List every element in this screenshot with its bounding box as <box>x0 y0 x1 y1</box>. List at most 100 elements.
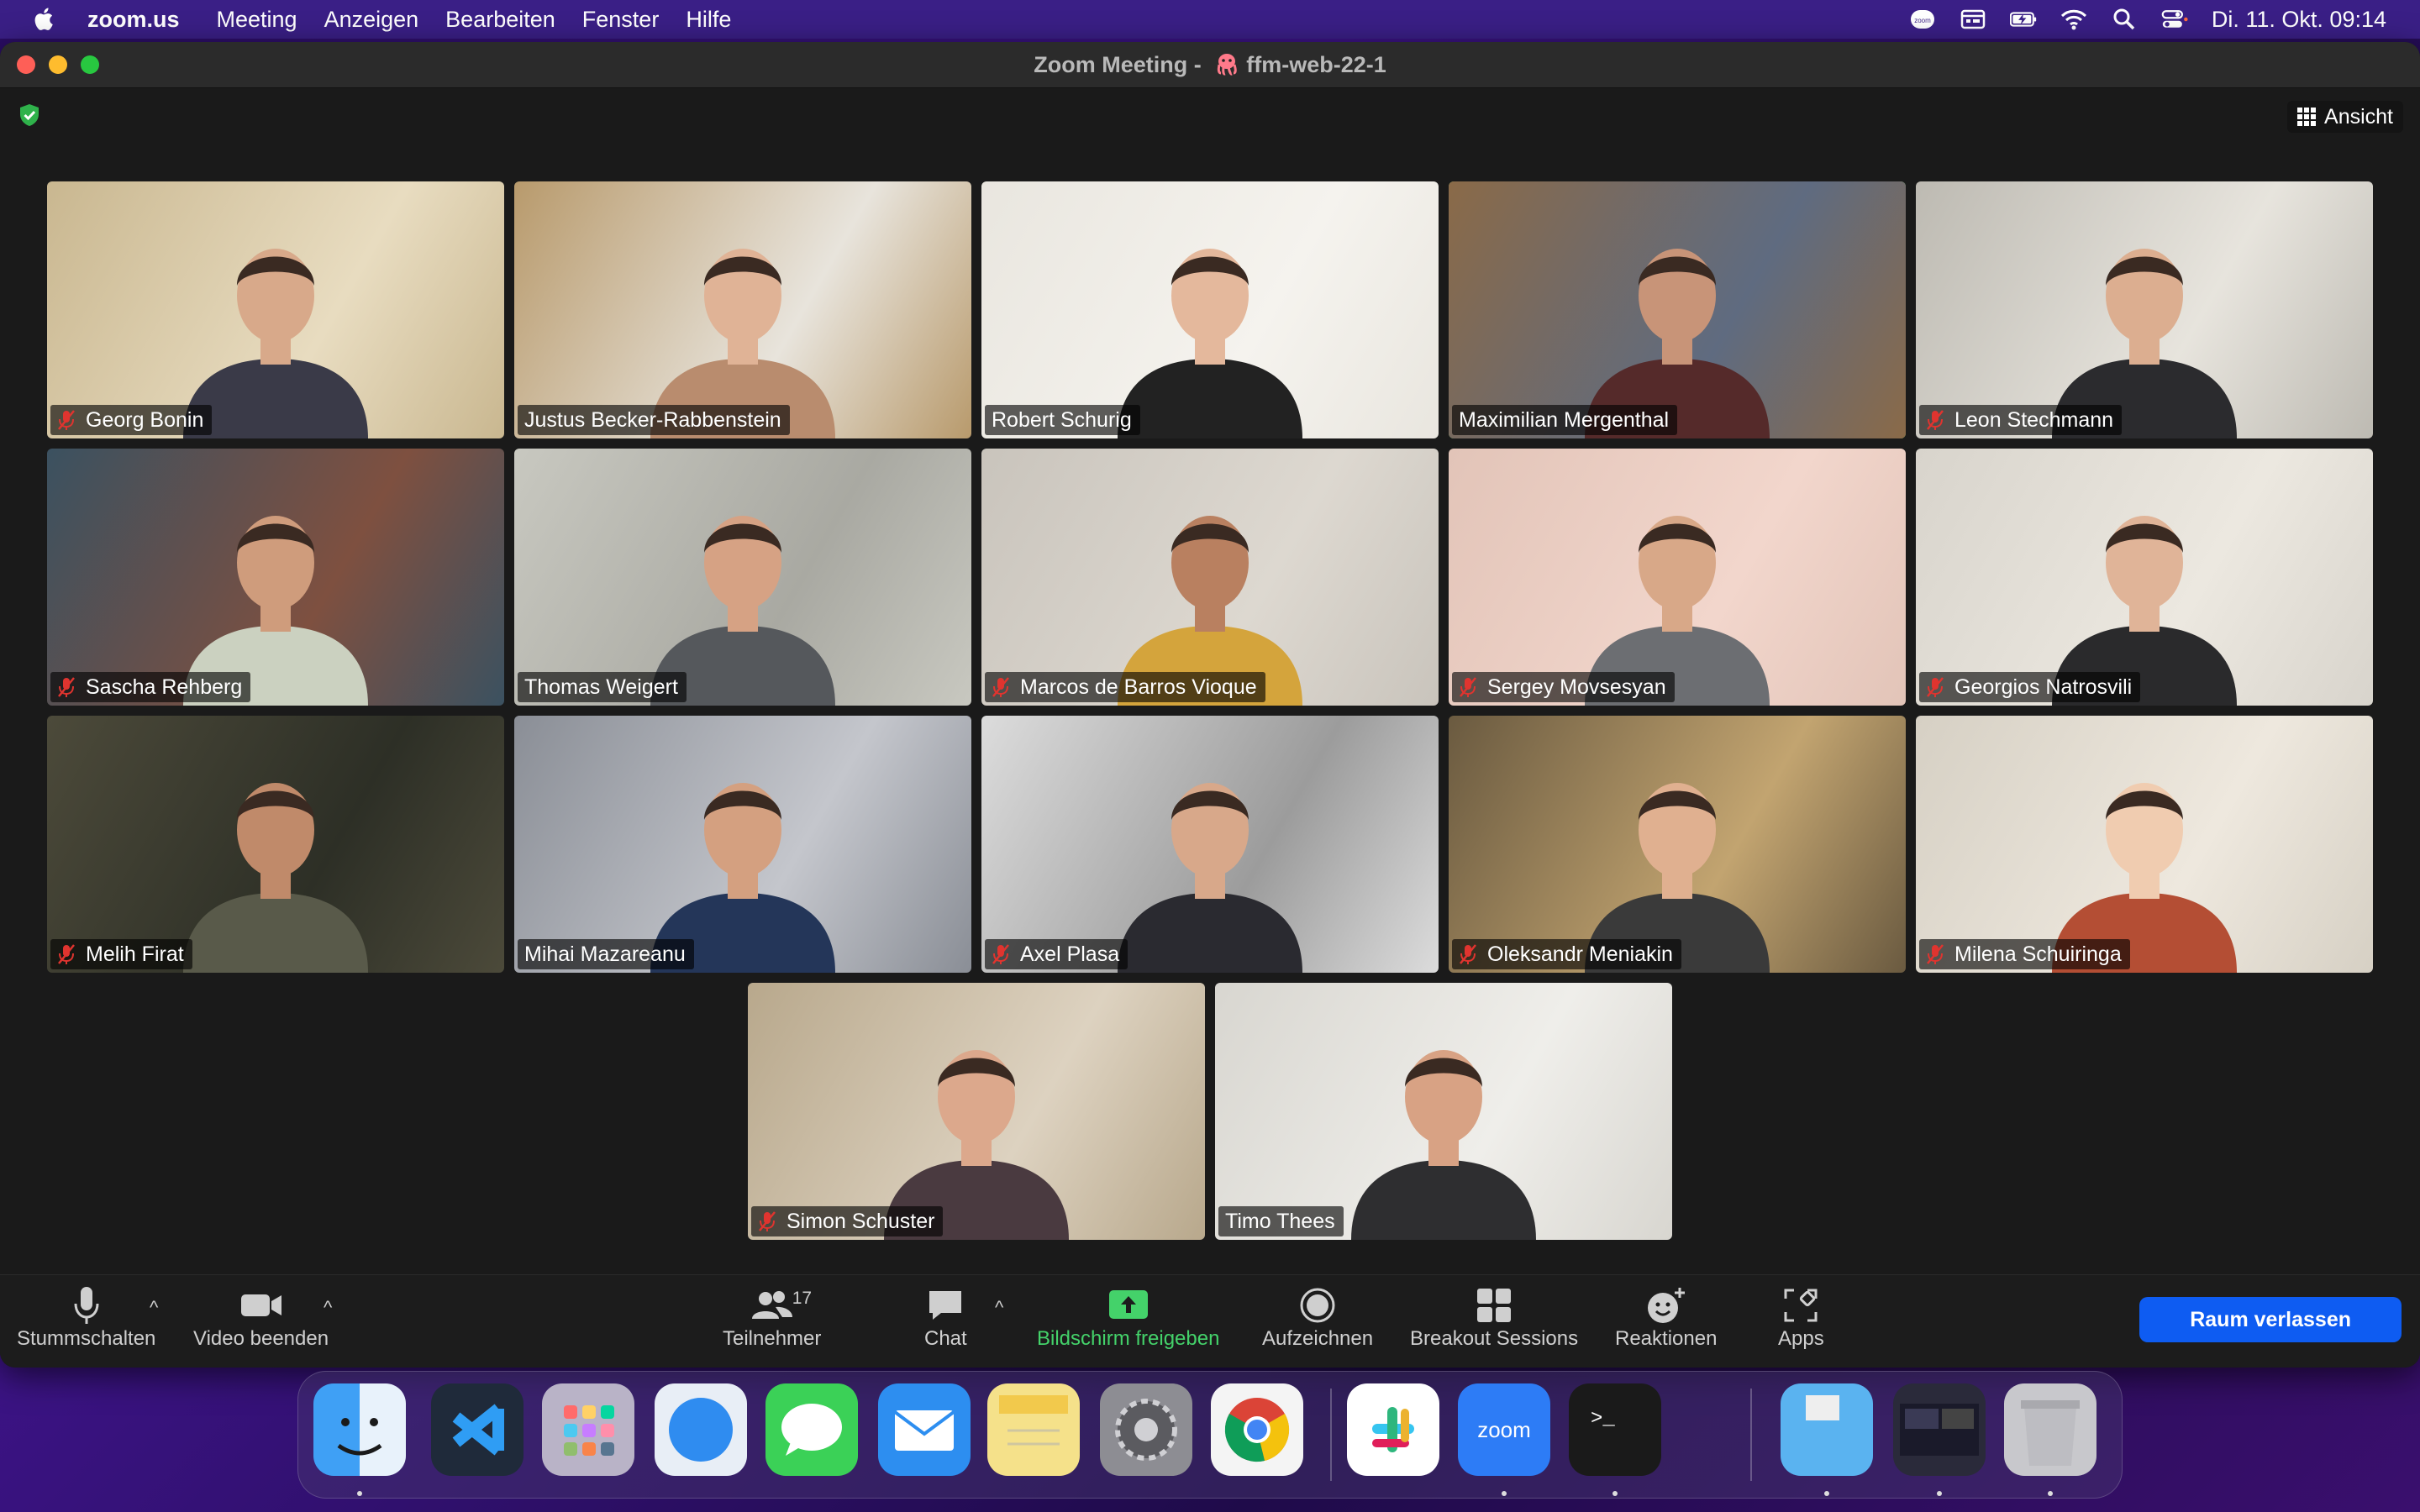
chat-options-caret[interactable]: ^ <box>995 1297 1003 1319</box>
participant-video-tile[interactable]: Georgios Natrosvili <box>1916 449 2373 706</box>
leave-meeting-button[interactable]: Raum verlassen <box>2139 1297 2402 1342</box>
slack-app-glyph <box>1372 1407 1414 1452</box>
vscode-app-icon[interactable] <box>431 1383 523 1476</box>
participant-name: Thomas Weigert <box>524 675 678 699</box>
muted-mic-icon <box>1927 944 1944 964</box>
encryption-shield-icon[interactable] <box>17 102 42 128</box>
wifi-icon[interactable] <box>2060 8 2087 31</box>
participant-video-tile[interactable]: Maximilian Mergenthal <box>1449 181 1906 438</box>
battery-charging-icon[interactable] <box>2009 8 2037 31</box>
window-titlebar: Zoom Meeting - ffm-web-22-1 <box>0 42 2420 88</box>
chat-bubble-icon <box>929 1291 962 1320</box>
participant-video-tile[interactable]: Sascha Rehberg <box>47 449 504 706</box>
running-app-indicator <box>1824 1491 1829 1496</box>
participant-video-tile[interactable]: Robert Schurig <box>981 181 1439 438</box>
finder-app-glyph <box>337 1418 382 1456</box>
chat-button[interactable]: Chat <box>924 1284 967 1351</box>
record-button[interactable]: Aufzeichnen <box>1262 1284 1373 1351</box>
participant-name-tag: Marcos de Barros Vioque <box>985 672 1265 702</box>
video-options-caret[interactable]: ^ <box>324 1297 332 1319</box>
participant-name-tag: Axel Plasa <box>985 939 1128 969</box>
menu-bar: zoom.us Meeting Anzeigen Bearbeiten Fens… <box>0 0 2420 39</box>
safari-app-icon[interactable] <box>655 1383 747 1476</box>
breakout-sessions-button[interactable]: Breakout Sessions <box>1410 1284 1578 1351</box>
participant-name: Mihai Mazareanu <box>524 942 686 966</box>
menu-app-name[interactable]: zoom.us <box>87 7 180 33</box>
share-screen-button[interactable]: Bildschirm freigeben <box>1037 1284 1219 1351</box>
reactions-button[interactable]: Reaktionen <box>1615 1284 1717 1351</box>
mute-button[interactable]: Stummschalten <box>17 1284 155 1351</box>
participants-count: 17 <box>792 1289 813 1308</box>
window-title-meeting: ffm-web-22-1 <box>1246 52 1386 77</box>
participant-name-tag: Georg Bonin <box>50 405 213 435</box>
participant-name: Milena Schuiringa <box>1954 942 2122 966</box>
participants-button[interactable]: 17 Teilnehmer <box>723 1284 821 1351</box>
menu-hilfe[interactable]: Hilfe <box>686 7 731 33</box>
participant-silhouette <box>1118 783 1302 973</box>
participant-name: Marcos de Barros Vioque <box>1020 675 1257 699</box>
participant-name: Georg Bonin <box>86 407 204 432</box>
downloads-folder-glyph <box>1789 1395 1865 1461</box>
mail-app-icon[interactable] <box>878 1383 971 1476</box>
participant-name: Simon Schuster <box>786 1209 935 1233</box>
participant-video-tile[interactable]: Axel Plasa <box>981 716 1439 973</box>
participant-silhouette <box>1351 1050 1536 1240</box>
trash-icon[interactable] <box>2004 1383 2096 1476</box>
view-button[interactable]: Ansicht <box>2287 101 2403 133</box>
messages-app-icon[interactable] <box>765 1383 858 1476</box>
finder-app-icon[interactable] <box>313 1383 406 1476</box>
apps-label: Apps <box>1778 1327 1824 1350</box>
participants-label: Teilnehmer <box>723 1327 822 1350</box>
participant-video-tile[interactable]: Marcos de Barros Vioque <box>981 449 1439 706</box>
participant-video-tile[interactable]: Leon Stechmann <box>1916 181 2373 438</box>
participant-silhouette <box>2052 783 2237 973</box>
participant-name-tag: Leon Stechmann <box>1919 405 2123 435</box>
calendar-icon[interactable] <box>1960 8 1986 31</box>
participant-video-tile[interactable]: Melih Firat <box>47 716 504 973</box>
downloads-folder-icon[interactable] <box>1781 1383 1873 1476</box>
slack-app-icon[interactable] <box>1347 1383 1439 1476</box>
menu-anzeigen[interactable]: Anzeigen <box>324 7 419 33</box>
participant-video-tile[interactable]: Mihai Mazareanu <box>514 716 971 973</box>
participant-silhouette <box>884 1050 1069 1240</box>
mail-app-glyph <box>893 1410 955 1451</box>
control-center-icon[interactable] <box>2161 8 2188 31</box>
system-preferences-app-icon[interactable] <box>1100 1383 1192 1476</box>
launchpad-app-icon[interactable] <box>542 1383 634 1476</box>
muted-mic-icon <box>1927 410 1944 430</box>
view-button-label: Ansicht <box>2324 104 2393 129</box>
participant-video-tile[interactable]: Justus Becker-Rabbenstein <box>514 181 971 438</box>
window-preview-icon[interactable] <box>1893 1383 1986 1476</box>
audio-options-caret[interactable]: ^ <box>150 1297 158 1319</box>
menubar-clock[interactable]: Di. 11. Okt. 09:14 <box>2212 7 2386 33</box>
safari-app-glyph <box>669 1398 733 1462</box>
window-preview-glyph <box>1900 1404 1979 1456</box>
stop-video-button[interactable]: Video beenden <box>193 1284 329 1351</box>
zoom-status-icon[interactable]: zoom <box>1909 8 1936 31</box>
breakout-sessions-label: Breakout Sessions <box>1410 1327 1579 1350</box>
record-icon <box>1300 1288 1335 1323</box>
search-icon[interactable] <box>2111 8 2138 31</box>
participant-video-tile[interactable]: Oleksandr Meniakin <box>1449 716 1906 973</box>
menu-fenster[interactable]: Fenster <box>582 7 660 33</box>
participant-video-tile[interactable]: Thomas Weigert <box>514 449 971 706</box>
participant-video-tile[interactable]: Simon Schuster <box>748 983 1205 1240</box>
record-label: Aufzeichnen <box>1262 1327 1374 1350</box>
participant-silhouette <box>650 516 835 706</box>
apple-logo-icon[interactable] <box>30 5 59 34</box>
participant-video-tile[interactable]: Timo Thees <box>1215 983 1672 1240</box>
participant-video-tile[interactable]: Milena Schuiringa <box>1916 716 2373 973</box>
menu-bearbeiten[interactable]: Bearbeiten <box>445 7 555 33</box>
participant-video-tile[interactable]: Georg Bonin <box>47 181 504 438</box>
dock-separator <box>1750 1389 1752 1481</box>
menu-meeting[interactable]: Meeting <box>217 7 297 33</box>
zoom-app-icon[interactable]: zoom <box>1458 1383 1550 1476</box>
zoom-meeting-window: Zoom Meeting - ffm-web-22-1 Ansicht Geor… <box>0 42 2420 1368</box>
chrome-app-icon[interactable] <box>1211 1383 1303 1476</box>
notes-app-icon[interactable] <box>987 1383 1080 1476</box>
participant-silhouette <box>650 249 835 438</box>
participant-video-tile[interactable]: Sergey Movsesyan <box>1449 449 1906 706</box>
apps-button[interactable]: Apps <box>1778 1284 1824 1351</box>
participant-name: Georgios Natrosvili <box>1954 675 2133 699</box>
terminal-app-icon[interactable]: >_ <box>1569 1383 1661 1476</box>
